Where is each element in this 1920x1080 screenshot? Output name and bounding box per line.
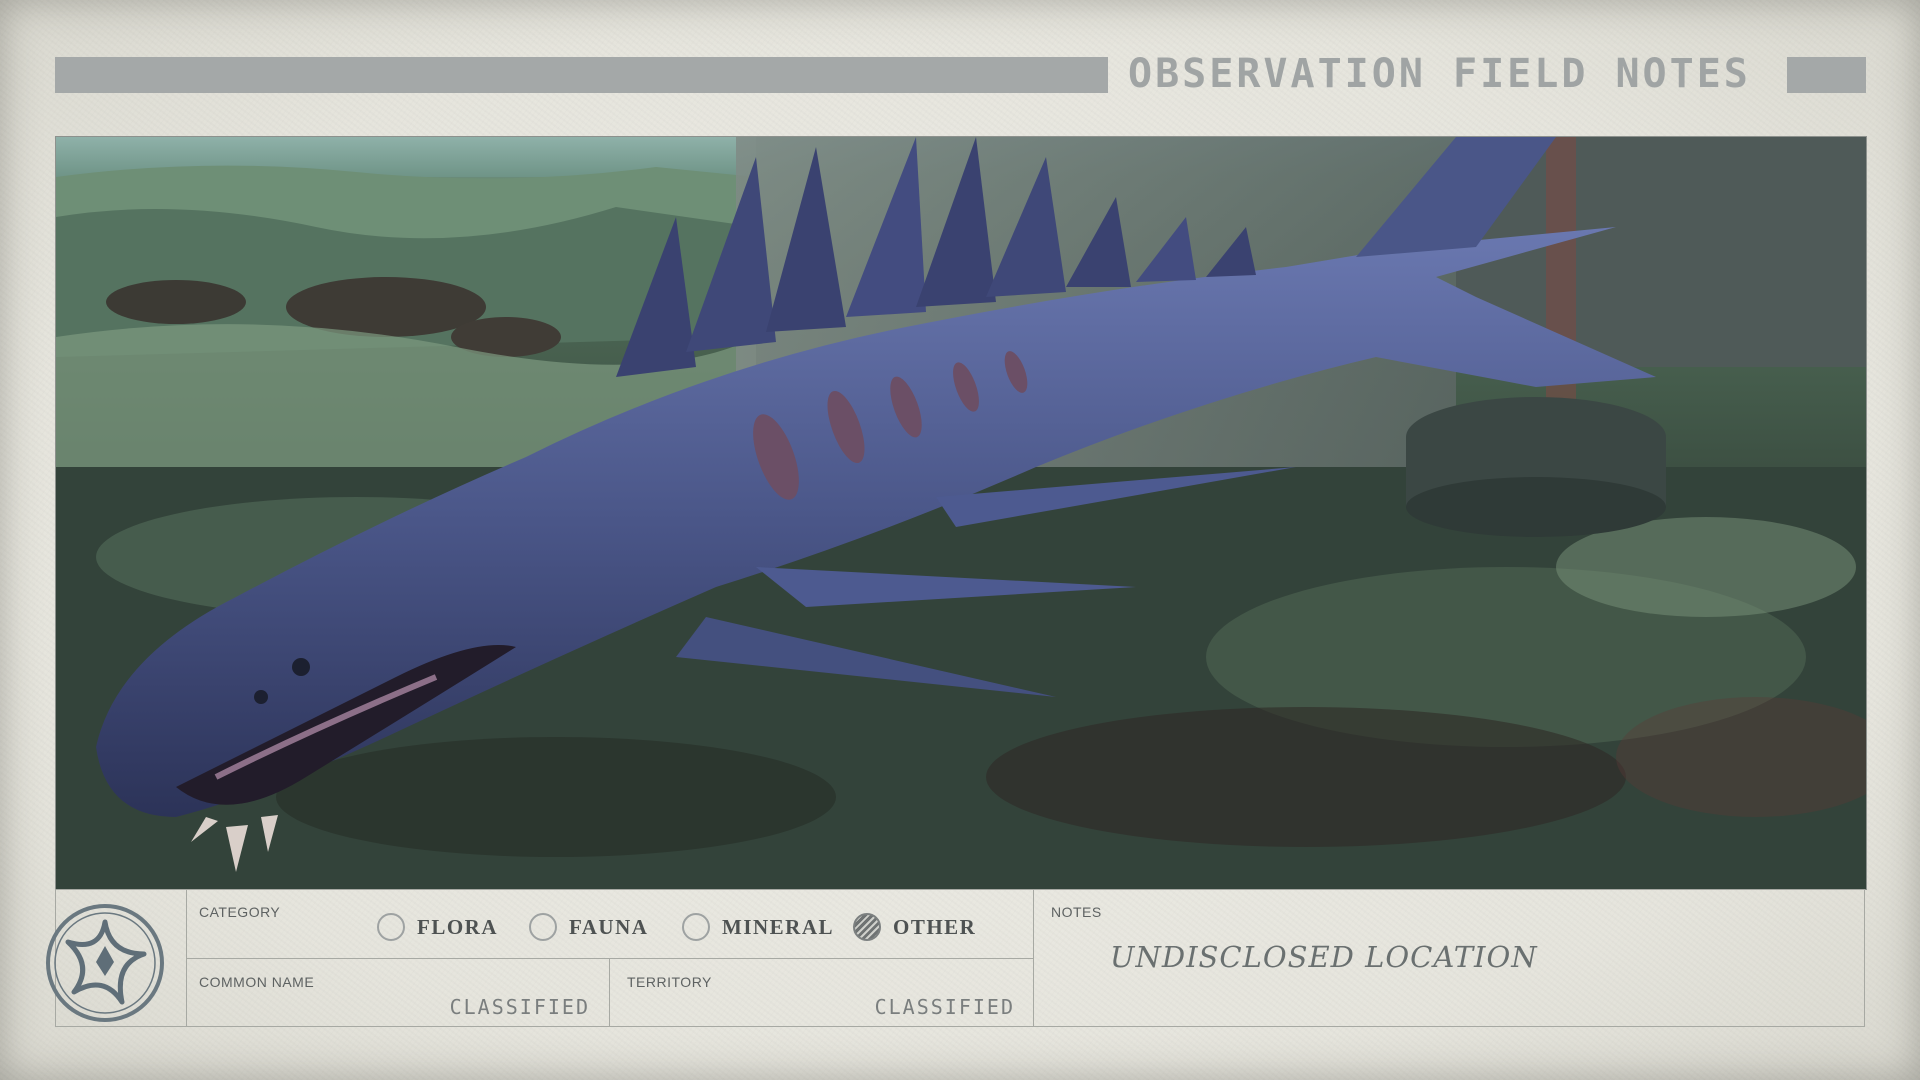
common-name-value: CLASSIFIED (449, 995, 590, 1019)
other-radio[interactable] (853, 913, 881, 941)
header-bar-left (55, 57, 1108, 93)
other-label: OTHER (893, 914, 977, 939)
creature-photo-image (56, 137, 1866, 889)
fauna-label: FAUNA (569, 914, 649, 939)
category-option-fauna[interactable]: FAUNA (529, 911, 648, 943)
divider (186, 958, 1033, 959)
star-compass-emblem-icon (44, 902, 166, 1029)
category-label: CATEGORY (199, 904, 281, 920)
mineral-radio[interactable] (682, 913, 710, 941)
notes-value: UNDISCLOSED LOCATION (1110, 940, 1538, 974)
header-bar-right (1787, 57, 1866, 93)
field-notes-card: OBSERVATION FIELD NOTES CATEGORY FLORA F… (0, 0, 1920, 1080)
page-title: OBSERVATION FIELD NOTES (1128, 51, 1751, 97)
category-option-flora[interactable]: FLORA (377, 911, 498, 943)
divider (609, 958, 610, 1027)
flora-label: FLORA (417, 914, 498, 939)
mineral-label: MINERAL (722, 914, 835, 939)
category-option-mineral[interactable]: MINERAL (682, 911, 834, 943)
creature-photo (55, 136, 1867, 890)
fauna-radio[interactable] (529, 913, 557, 941)
category-option-other[interactable]: OTHER (853, 911, 976, 943)
divider (1033, 889, 1034, 1027)
territory-value: CLASSIFIED (874, 995, 1015, 1019)
flora-radio[interactable] (377, 913, 405, 941)
common-name-label: COMMON NAME (199, 974, 315, 990)
notes-label: NOTES (1051, 904, 1102, 920)
territory-label: TERRITORY (627, 974, 712, 990)
